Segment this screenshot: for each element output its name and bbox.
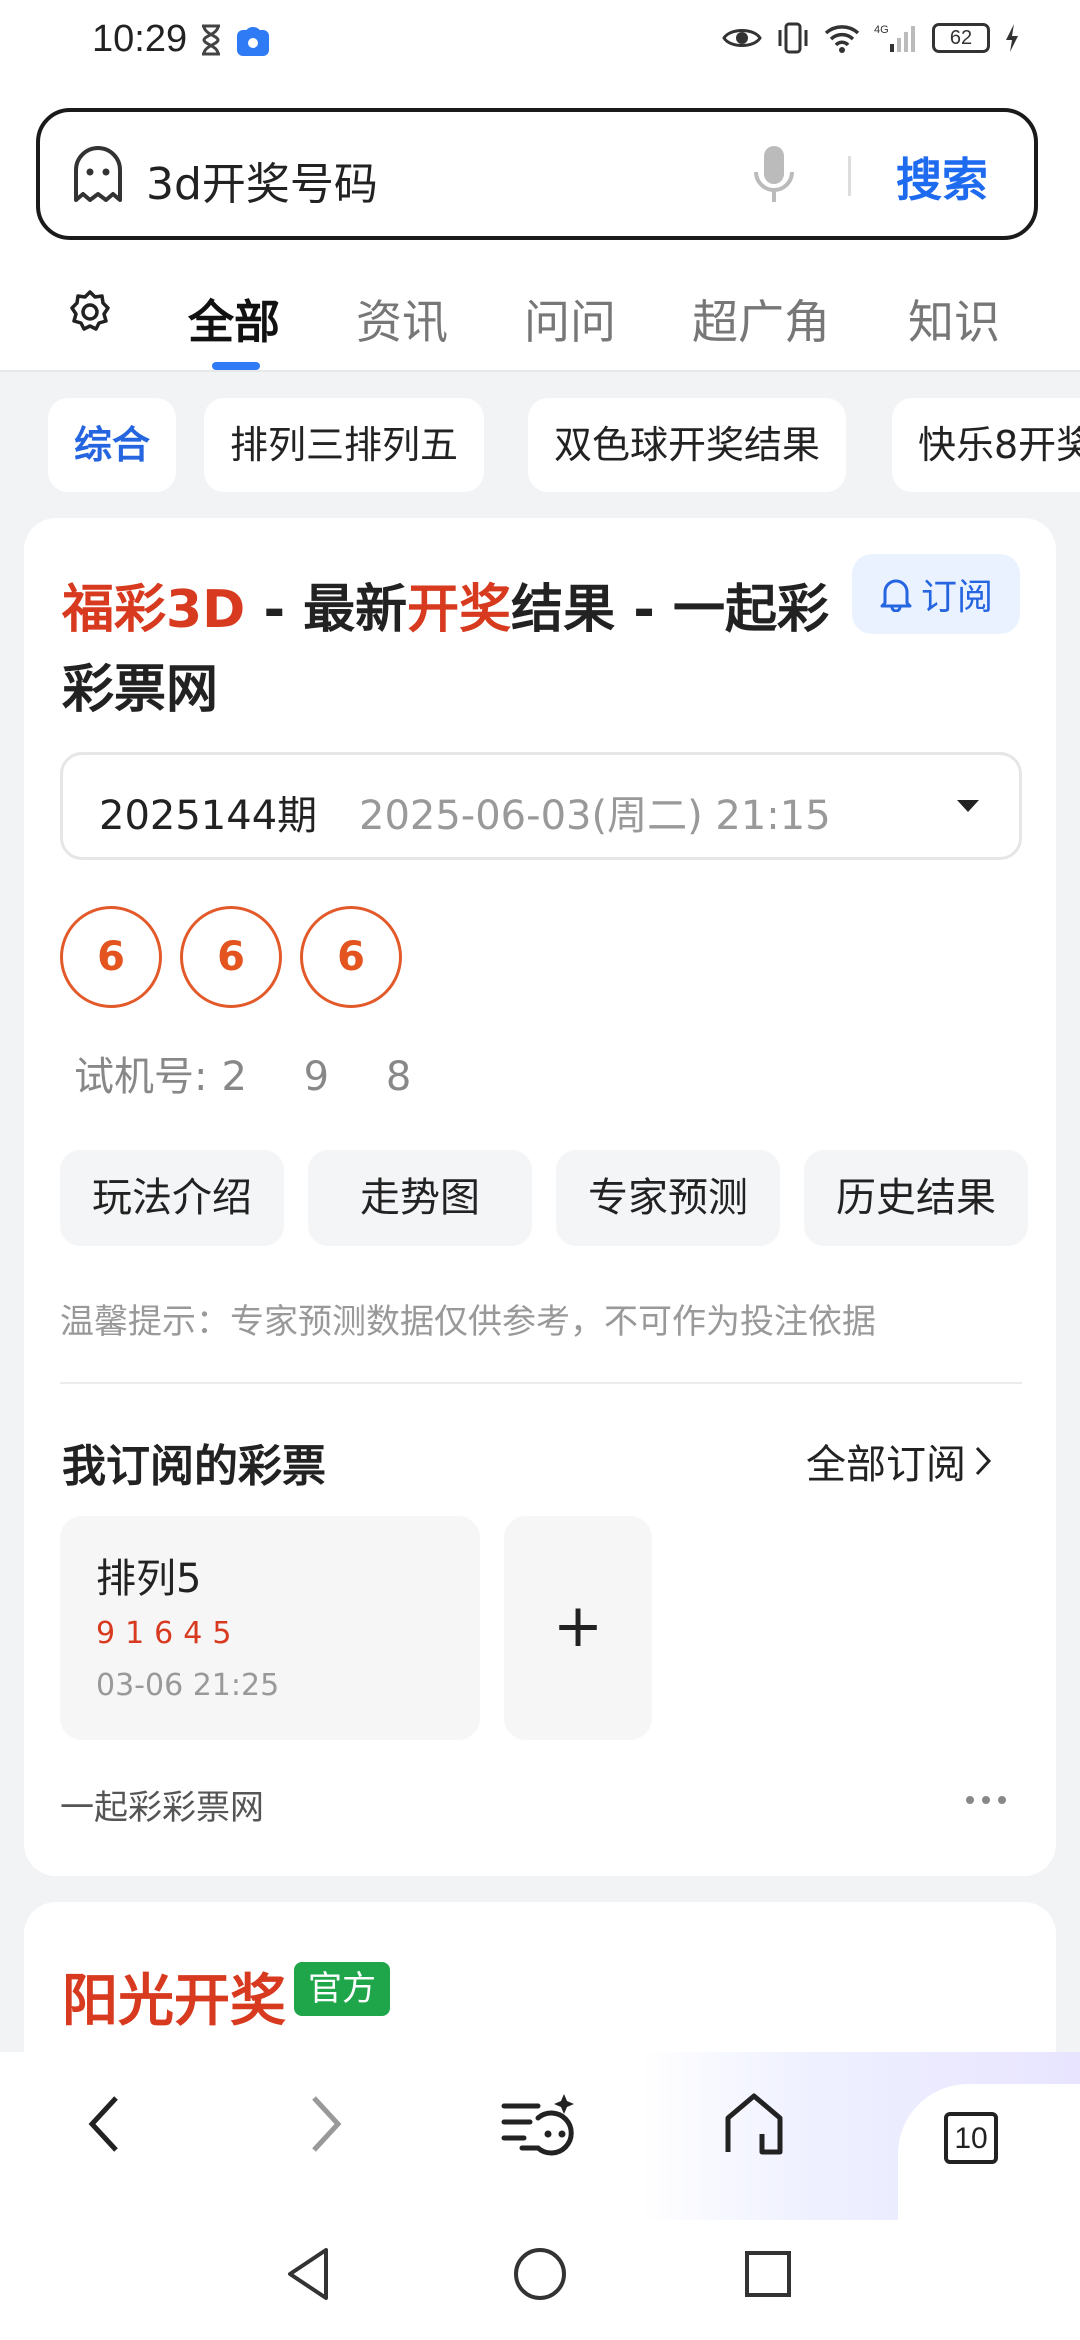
trend-chart-button[interactable]: 走势图 bbox=[308, 1150, 532, 1246]
hourglass-icon bbox=[202, 24, 220, 56]
subscribe-label: 订阅 bbox=[920, 577, 993, 618]
screen: 10:29 4G 62 3d开奖号码 搜索 全部 资讯 问问 超广角 知识 综合… bbox=[0, 0, 1080, 2340]
title-segment: 结果 - 一起彩 bbox=[511, 580, 829, 640]
search-area: 3d开奖号码 搜索 bbox=[0, 88, 1080, 260]
status-time: 10:29 bbox=[92, 18, 188, 60]
issue-datetime: 2025-06-03(周二) 21:15 bbox=[359, 793, 831, 839]
search-button[interactable]: 搜索 bbox=[896, 144, 988, 210]
action-buttons: 玩法介绍 走势图 专家预测 历史结果 bbox=[60, 1150, 1028, 1246]
ai-assistant-icon[interactable] bbox=[500, 2092, 580, 2156]
result-title[interactable]: 福彩3D - 最新开奖结果 - 一起彩彩票网 bbox=[62, 570, 862, 730]
trial-values: 2 9 8 bbox=[221, 1054, 434, 1100]
tab-ask[interactable]: 问问 bbox=[524, 286, 616, 352]
vibrate-icon bbox=[778, 22, 808, 54]
system-back-icon[interactable] bbox=[284, 2246, 332, 2302]
add-subscription-button[interactable]: + bbox=[504, 1516, 652, 1740]
number-ball: 6 bbox=[180, 906, 282, 1008]
home-icon[interactable] bbox=[722, 2092, 786, 2156]
filter-chips: 综合 排列三排列五 双色球开奖结果 快乐8开奖 bbox=[0, 372, 1080, 520]
chip-overall[interactable]: 综合 bbox=[48, 398, 177, 492]
lottery-result-card: 福彩3D - 最新开奖结果 - 一起彩彩票网 订阅 2025144期 2025-… bbox=[24, 518, 1056, 1876]
microphone-icon[interactable] bbox=[752, 144, 796, 206]
tile-numbers: 91645 bbox=[96, 1616, 242, 1651]
trial-label: 试机号: bbox=[74, 1054, 208, 1100]
search-input[interactable]: 3d开奖号码 搜索 bbox=[36, 108, 1038, 240]
tab-all[interactable]: 全部 bbox=[188, 286, 280, 352]
disclaimer-tip: 温馨提示：专家预测数据仅供参考，不可作为投注依据 bbox=[60, 1302, 876, 1342]
rules-button[interactable]: 玩法介绍 bbox=[60, 1150, 284, 1246]
signal-icon: 4G bbox=[874, 24, 915, 52]
expert-prediction-button[interactable]: 专家预测 bbox=[556, 1150, 780, 1246]
caret-down-icon bbox=[957, 800, 979, 812]
title-segment: - 最新 bbox=[245, 580, 408, 640]
winning-numbers: 6 6 6 bbox=[60, 906, 402, 1008]
forward-icon[interactable] bbox=[306, 2092, 346, 2156]
chip-shuangseqiu[interactable]: 双色球开奖结果 bbox=[528, 398, 847, 492]
tab-news[interactable]: 资讯 bbox=[356, 286, 448, 352]
source-label[interactable]: 一起彩彩票网 bbox=[60, 1780, 264, 1829]
back-icon[interactable] bbox=[84, 2092, 124, 2156]
tab-wide-angle[interactable]: 超广角 bbox=[692, 286, 830, 352]
more-options-icon[interactable] bbox=[966, 1796, 1006, 1804]
subscribed-lottery-tile[interactable]: 排列5 91645 03-06 21:25 bbox=[60, 1516, 480, 1740]
history-results-button[interactable]: 历史结果 bbox=[804, 1150, 1028, 1246]
title-highlight: 开奖 bbox=[407, 580, 512, 640]
chip-pailie[interactable]: 排列三排列五 bbox=[204, 398, 485, 492]
number-ball: 6 bbox=[300, 906, 402, 1008]
issue-select[interactable]: 2025144期 2025-06-03(周二) 21:15 bbox=[60, 752, 1022, 860]
active-tab-indicator bbox=[212, 362, 260, 370]
tile-time: 03-06 21:25 bbox=[96, 1668, 280, 1703]
official-badge: 官方 bbox=[294, 1962, 390, 2016]
ghost-icon[interactable] bbox=[70, 144, 126, 204]
search-query[interactable]: 3d开奖号码 bbox=[146, 148, 378, 212]
tab-knowledge[interactable]: 知识 bbox=[908, 286, 1000, 352]
gear-icon[interactable] bbox=[66, 288, 114, 336]
tab-count-icon[interactable]: 10 bbox=[944, 2112, 998, 2164]
status-left-icons bbox=[200, 24, 270, 58]
app-badge-icon bbox=[237, 27, 269, 56]
divider bbox=[60, 1382, 1022, 1384]
status-bar: 10:29 4G 62 bbox=[0, 0, 1080, 88]
search-divider bbox=[848, 156, 851, 196]
system-recents-icon[interactable] bbox=[744, 2250, 792, 2298]
tab-bar: 全部 资讯 问问 超广角 知识 bbox=[0, 260, 1080, 372]
all-subscriptions-label: 全部订阅 bbox=[806, 1442, 966, 1488]
system-navigation-bar bbox=[0, 2220, 1080, 2340]
title-line2: 彩票网 bbox=[62, 660, 219, 720]
battery-icon: 62 bbox=[932, 23, 990, 53]
issue-number: 2025144期 bbox=[99, 793, 318, 839]
number-ball: 6 bbox=[60, 906, 162, 1008]
wifi-icon bbox=[824, 25, 860, 53]
chevron-right-icon bbox=[975, 1446, 992, 1476]
charging-icon bbox=[1006, 24, 1018, 52]
subscriptions-heading: 我订阅的彩票 bbox=[62, 1441, 326, 1492]
svg-text:4G: 4G bbox=[874, 24, 889, 36]
eye-icon bbox=[722, 29, 762, 47]
bell-icon bbox=[880, 579, 912, 612]
all-subscriptions-link[interactable]: 全部订阅 bbox=[806, 1432, 992, 1490]
trial-numbers: 试机号: 2 9 8 bbox=[74, 1044, 433, 1102]
tile-lottery-name: 排列5 bbox=[96, 1556, 202, 1602]
system-home-icon[interactable] bbox=[512, 2246, 568, 2302]
card2-title[interactable]: 阳光开奖 bbox=[62, 1956, 286, 2037]
status-right-icons: 4G 62 bbox=[722, 22, 1020, 54]
subscribe-button[interactable]: 订阅 bbox=[852, 554, 1020, 634]
chip-kuaile8[interactable]: 快乐8开奖 bbox=[892, 398, 1080, 492]
title-lottery-name: 福彩3D bbox=[62, 580, 246, 640]
